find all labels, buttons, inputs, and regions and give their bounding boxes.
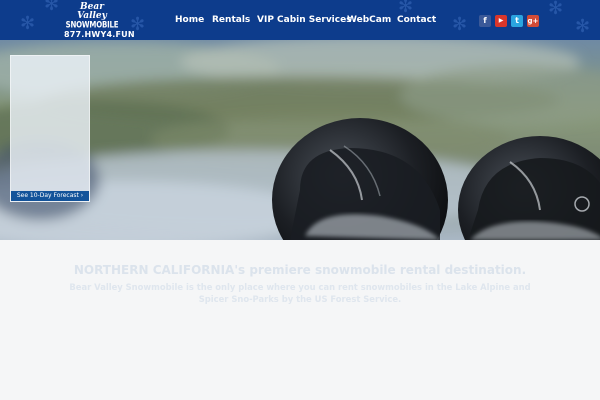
youtube-icon[interactable]: ▶ xyxy=(495,15,507,27)
snowflake-decoration-icon: ✻ xyxy=(548,0,564,19)
intro-section: NORTHERN CALIFORNIA's premiere snowmobil… xyxy=(0,262,600,305)
google-plus-icon[interactable]: g+ xyxy=(527,15,539,27)
forecast-link[interactable]: See 10-Day Forecast › xyxy=(11,191,89,201)
logo-line2: SNOWMOBILE xyxy=(65,20,119,30)
nav-rentals[interactable]: Rentals xyxy=(212,14,250,26)
logo-phone: 877.HWY4.FUN xyxy=(64,30,135,39)
weather-widget: See 10-Day Forecast › xyxy=(10,55,90,202)
nav-contact[interactable]: Contact xyxy=(397,14,436,26)
intro-subtext: Bear Valley Snowmobile is the only place… xyxy=(69,282,531,304)
page: ✻ ✻ ✻ ✻ ✻ ✻ ✻ Bear Valley SNOWMOBILE 877… xyxy=(0,0,600,400)
snowflake-decoration-icon: ✻ xyxy=(575,16,591,37)
hero-image xyxy=(0,40,600,240)
nav-webcam[interactable]: WebCam xyxy=(347,14,391,26)
snowflake-decoration-icon: ✻ xyxy=(44,0,60,15)
nav-vip-cabin-services[interactable]: VIP Cabin Services xyxy=(257,14,352,26)
snowflake-decoration-icon: ✻ xyxy=(20,13,36,34)
site-logo[interactable]: Bear Valley SNOWMOBILE 877.HWY4.FUN xyxy=(64,2,135,40)
twitter-icon[interactable]: t xyxy=(511,15,523,27)
site-header: ✻ ✻ ✻ ✻ ✻ ✻ ✻ Bear Valley SNOWMOBILE 877… xyxy=(0,0,600,40)
facebook-icon[interactable]: f xyxy=(479,15,491,27)
logo-line1: Bear Valley xyxy=(77,2,107,21)
intro-headline: NORTHERN CALIFORNIA's premiere snowmobil… xyxy=(73,263,527,277)
nav-home[interactable]: Home xyxy=(175,14,204,26)
hero-banner xyxy=(0,40,600,240)
snowflake-decoration-icon: ✻ xyxy=(452,14,468,35)
